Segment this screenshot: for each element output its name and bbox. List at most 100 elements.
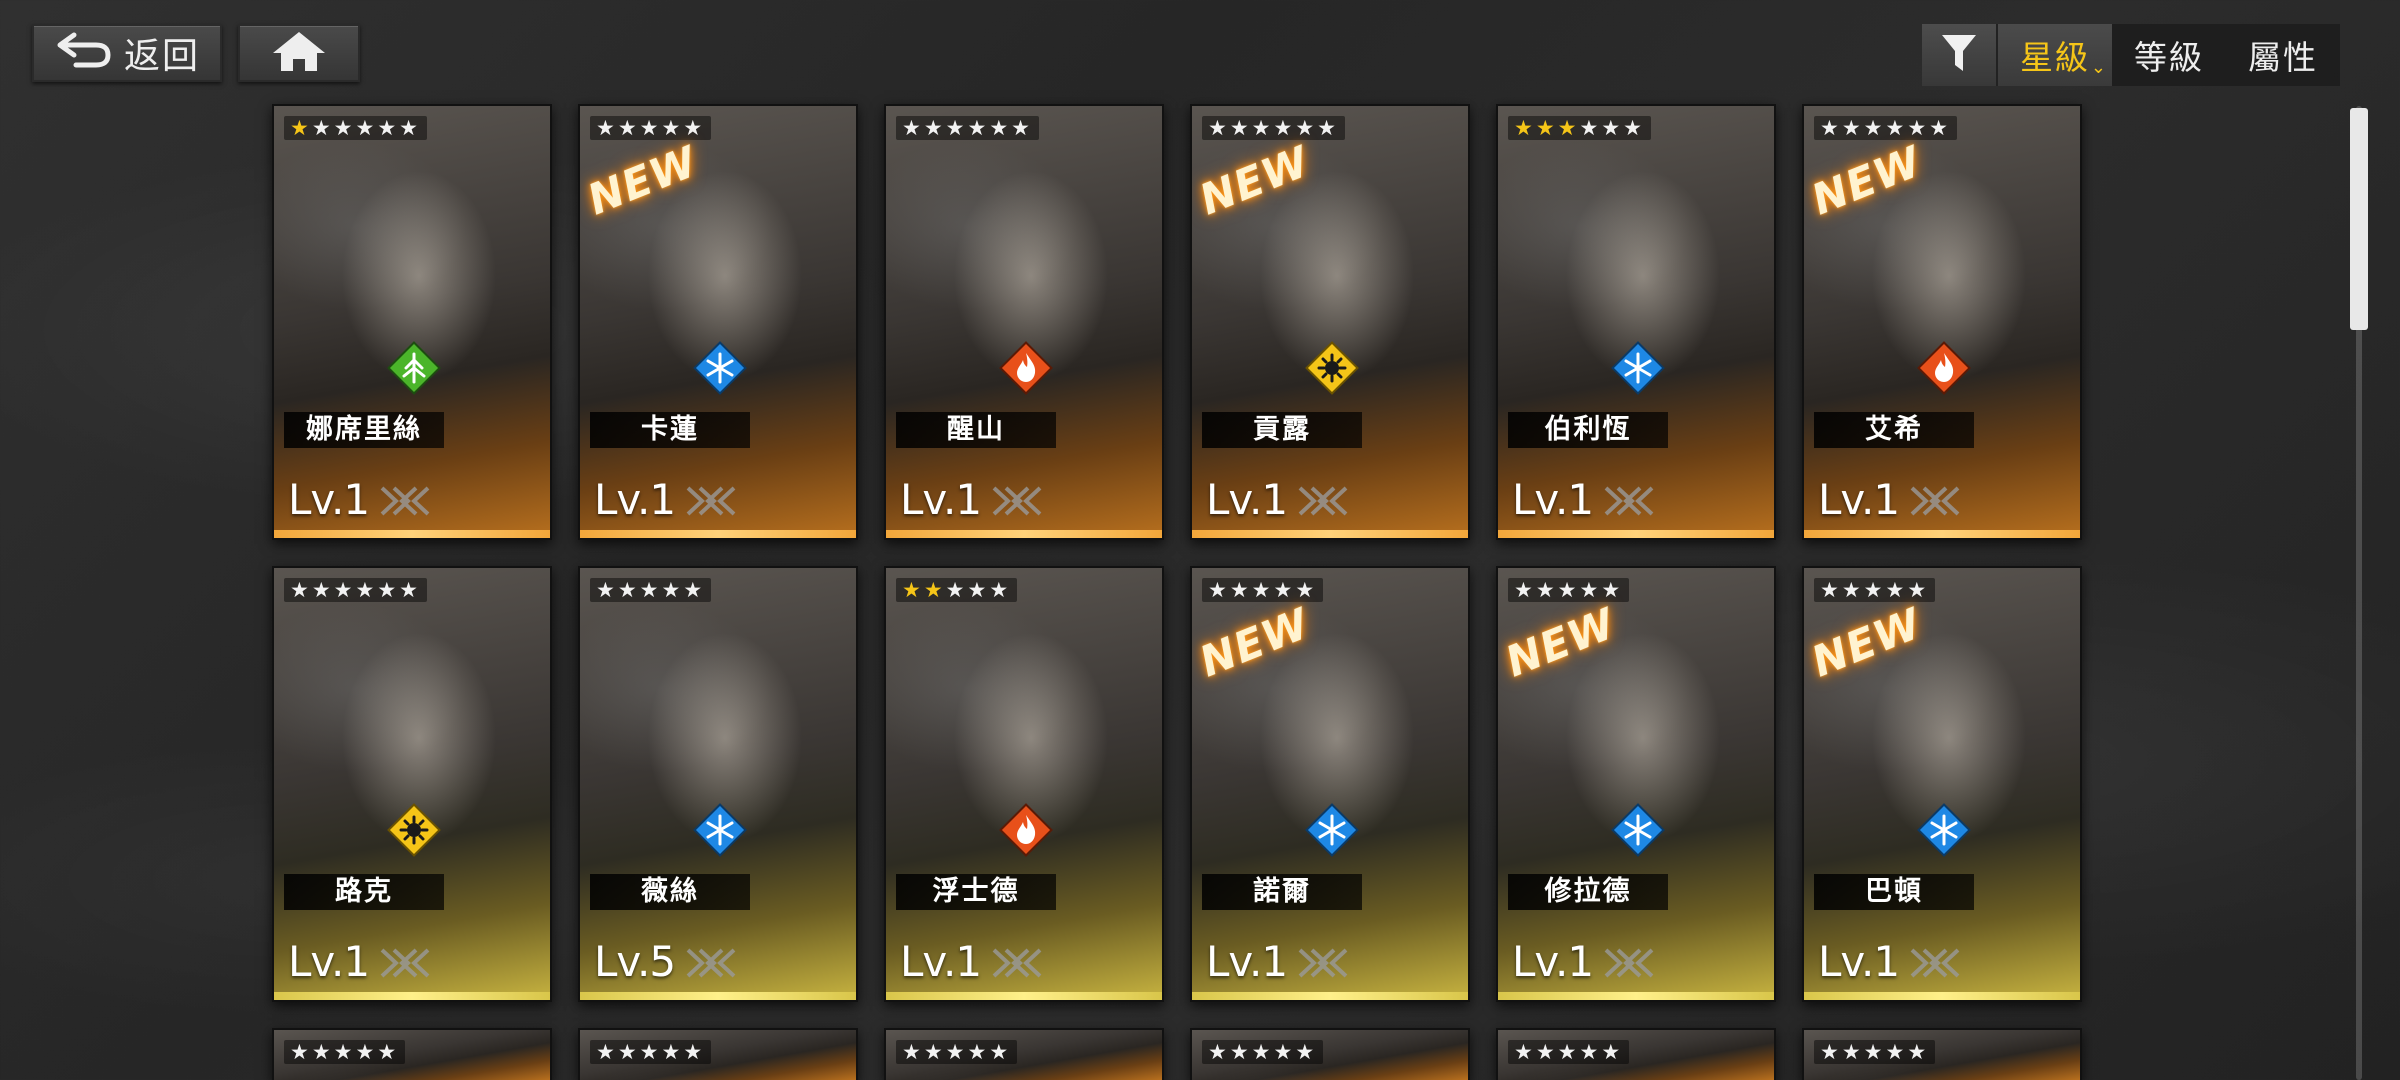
character-name: 巴頓: [1814, 874, 1974, 910]
star-icon: ★: [311, 578, 334, 602]
rarity-stars: ★★★★★: [1814, 578, 1936, 602]
ice-element-icon: [1914, 800, 1974, 860]
star-icon: ★: [639, 116, 662, 140]
star-icon: ★: [902, 1040, 924, 1064]
rarity-stars: ★★★★★★: [284, 578, 427, 602]
ice-element-icon: [690, 338, 750, 398]
star-icon: ★: [1907, 116, 1930, 140]
scrollbar-thumb[interactable]: [2350, 108, 2368, 330]
sort-tab-rarity[interactable]: 星級: [1998, 24, 2112, 86]
star-icon: ★: [1229, 116, 1252, 140]
character-level: Lv.1: [900, 937, 982, 986]
return-arrow-icon: [54, 29, 114, 78]
star-icon: ★: [1514, 578, 1536, 602]
star-icon: ★: [989, 116, 1012, 140]
character-name: 薇絲: [590, 874, 750, 910]
character-card[interactable]: ★★★★★★ 娜席里絲 Lv.1: [272, 104, 552, 540]
character-card[interactable]: ★★★★★ NEW 諾爾 Lv.1: [1190, 566, 1470, 1002]
star-icon: ★: [639, 578, 662, 602]
character-card[interactable]: ★★★★★: [884, 1028, 1164, 1080]
character-level: Lv.1: [1818, 937, 1900, 986]
star-icon: ★: [1273, 116, 1296, 140]
character-card[interactable]: ★★★★★★ 路克 Lv.1: [272, 566, 552, 1002]
character-card[interactable]: ★★★★★★ NEW 艾希 Lv.1: [1802, 104, 2082, 540]
star-icon: ★: [945, 1040, 968, 1064]
star-icon: ★: [617, 578, 640, 602]
character-card[interactable]: ★★★★★: [1190, 1028, 1470, 1080]
new-badge: NEW: [1192, 136, 1317, 225]
sort-tab-element[interactable]: 屬性: [2226, 24, 2340, 86]
star-icon: ★: [311, 1040, 334, 1064]
character-level: Lv.5: [594, 937, 676, 986]
rank-chevron-icon: [1908, 486, 1962, 516]
ice-element-icon: [690, 800, 750, 860]
character-level: Lv.1: [1818, 475, 1900, 524]
filter-button[interactable]: [1922, 24, 1998, 86]
star-icon: ★: [399, 116, 421, 140]
star-icon: ★: [1579, 578, 1602, 602]
sort-tab-level[interactable]: 等級: [2112, 24, 2226, 86]
star-icon: ★: [1885, 1040, 1908, 1064]
character-card[interactable]: ★★★★★ NEW 修拉德 Lv.1: [1496, 566, 1776, 1002]
star-icon: ★: [1273, 578, 1296, 602]
character-card[interactable]: ★★★★★★ NEW 貢露 Lv.1: [1190, 104, 1470, 540]
star-icon: ★: [377, 1040, 400, 1064]
star-icon: ★: [1579, 116, 1602, 140]
star-icon: ★: [1251, 116, 1274, 140]
new-badge: NEW: [1804, 598, 1929, 687]
rank-chevron-icon: [1602, 486, 1656, 516]
star-icon: ★: [1841, 1040, 1864, 1064]
character-name: 卡蓮: [590, 412, 750, 448]
light-element-icon: [1302, 338, 1362, 398]
character-level: Lv.1: [288, 937, 370, 986]
character-card[interactable]: ★★★★★ 浮士德 Lv.1: [884, 566, 1164, 1002]
character-card[interactable]: ★★★★★★ 醒山 Lv.1: [884, 104, 1164, 540]
character-name: 修拉德: [1508, 874, 1668, 910]
star-icon: ★: [1535, 116, 1558, 140]
star-icon: ★: [1820, 116, 1842, 140]
star-icon: ★: [1841, 116, 1864, 140]
character-card[interactable]: ★★★★★: [1496, 1028, 1776, 1080]
star-icon: ★: [1251, 578, 1274, 602]
star-icon: ★: [661, 116, 684, 140]
rank-chevron-icon: [1908, 948, 1962, 978]
home-button[interactable]: [238, 24, 360, 82]
star-icon: ★: [1601, 116, 1624, 140]
new-badge: NEW: [1498, 598, 1623, 687]
star-icon: ★: [1295, 116, 1318, 140]
character-card[interactable]: ★★★★★ NEW 卡蓮 Lv.1: [578, 104, 858, 540]
star-icon: ★: [1579, 1040, 1602, 1064]
character-card[interactable]: ★★★★★★ 伯利恆 Lv.1: [1496, 104, 1776, 540]
character-card[interactable]: ★★★★★: [272, 1028, 552, 1080]
star-icon: ★: [967, 1040, 990, 1064]
character-name: 醒山: [896, 412, 1056, 448]
star-icon: ★: [989, 578, 1012, 602]
character-level: Lv.1: [1206, 937, 1288, 986]
star-icon: ★: [1208, 116, 1230, 140]
character-name: 娜席里絲: [284, 412, 444, 448]
rarity-stars: ★★★★★★: [1814, 116, 1957, 140]
star-icon: ★: [1820, 578, 1842, 602]
star-icon: ★: [1863, 1040, 1886, 1064]
star-icon: ★: [1907, 578, 1930, 602]
star-icon: ★: [1251, 1040, 1274, 1064]
star-icon: ★: [967, 578, 990, 602]
rank-chevron-icon: [684, 948, 738, 978]
back-button[interactable]: 返回: [32, 24, 222, 82]
star-icon: ★: [333, 578, 356, 602]
star-icon: ★: [945, 116, 968, 140]
rarity-stars: ★★★★★: [284, 1040, 406, 1064]
star-icon: ★: [1557, 116, 1580, 140]
character-card[interactable]: ★★★★★ 薇絲 Lv.5: [578, 566, 858, 1002]
star-icon: ★: [355, 116, 378, 140]
star-icon: ★: [1295, 578, 1318, 602]
character-card[interactable]: ★★★★★: [1802, 1028, 2082, 1080]
star-icon: ★: [923, 116, 946, 140]
star-icon: ★: [399, 578, 421, 602]
star-icon: ★: [1885, 578, 1908, 602]
character-card[interactable]: ★★★★★ NEW 巴頓 Lv.1: [1802, 566, 2082, 1002]
character-level: Lv.1: [1512, 475, 1594, 524]
star-icon: ★: [290, 116, 312, 140]
character-card[interactable]: ★★★★★: [578, 1028, 858, 1080]
star-icon: ★: [377, 578, 400, 602]
